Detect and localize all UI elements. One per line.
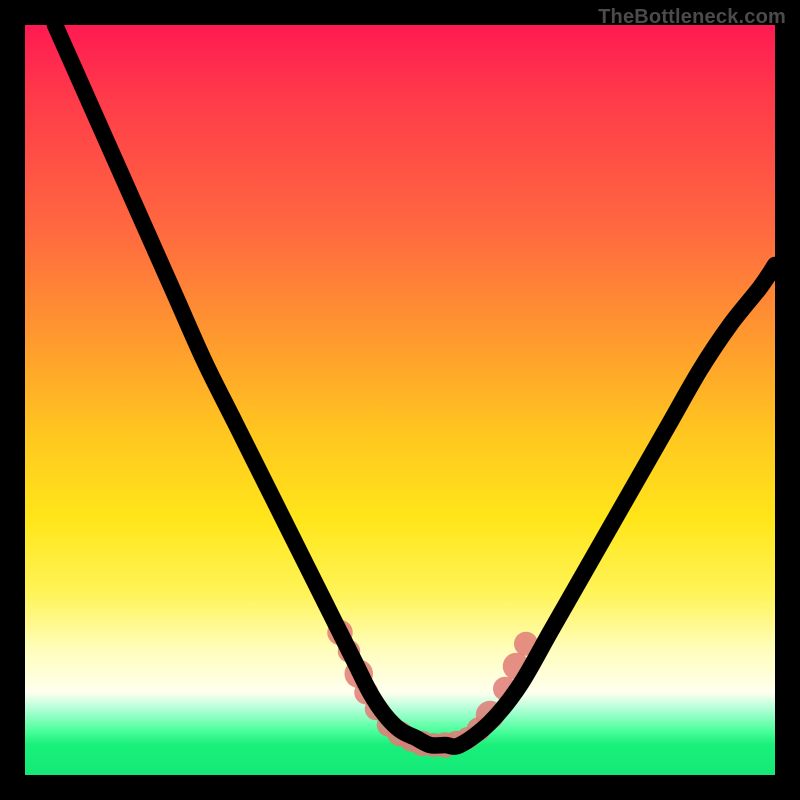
watermark-text: TheBottleneck.com <box>598 6 786 29</box>
bottleneck-curve <box>55 25 775 747</box>
plot-area <box>25 25 775 775</box>
curve-svg <box>25 25 775 775</box>
chart-frame: TheBottleneck.com <box>0 0 800 800</box>
